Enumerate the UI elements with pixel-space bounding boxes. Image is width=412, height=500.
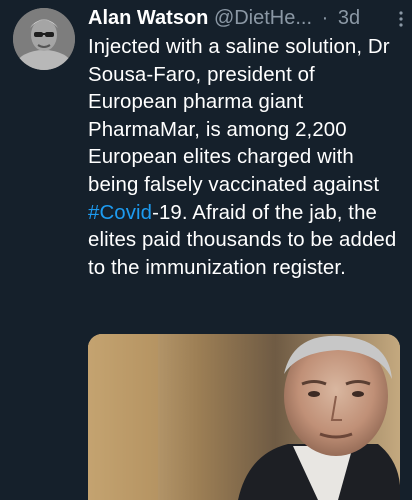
author-name[interactable]: Alan Watson xyxy=(88,7,208,29)
tweet-header: Alan Watson @DietHe... · 3d xyxy=(88,4,406,32)
tweet-media-image[interactable] xyxy=(88,334,400,500)
tweet-text: Injected with a saline solution, Dr Sous… xyxy=(88,34,406,282)
avatar-photo xyxy=(13,8,75,70)
hashtag-link[interactable]: #Covid xyxy=(88,202,152,224)
separator-dot: · xyxy=(321,7,329,29)
photo-portrait xyxy=(88,334,400,500)
timestamp[interactable]: 3d xyxy=(338,7,360,29)
author-handle[interactable]: @DietHe... xyxy=(214,7,312,29)
tweet-text-part1: Injected with a saline solution, Dr Sous… xyxy=(88,36,390,196)
more-vertical-icon[interactable] xyxy=(396,10,406,28)
tweet-card[interactable]: Alan Watson @DietHe... · 3d Injected wit… xyxy=(0,0,412,500)
avatar[interactable] xyxy=(13,8,75,70)
